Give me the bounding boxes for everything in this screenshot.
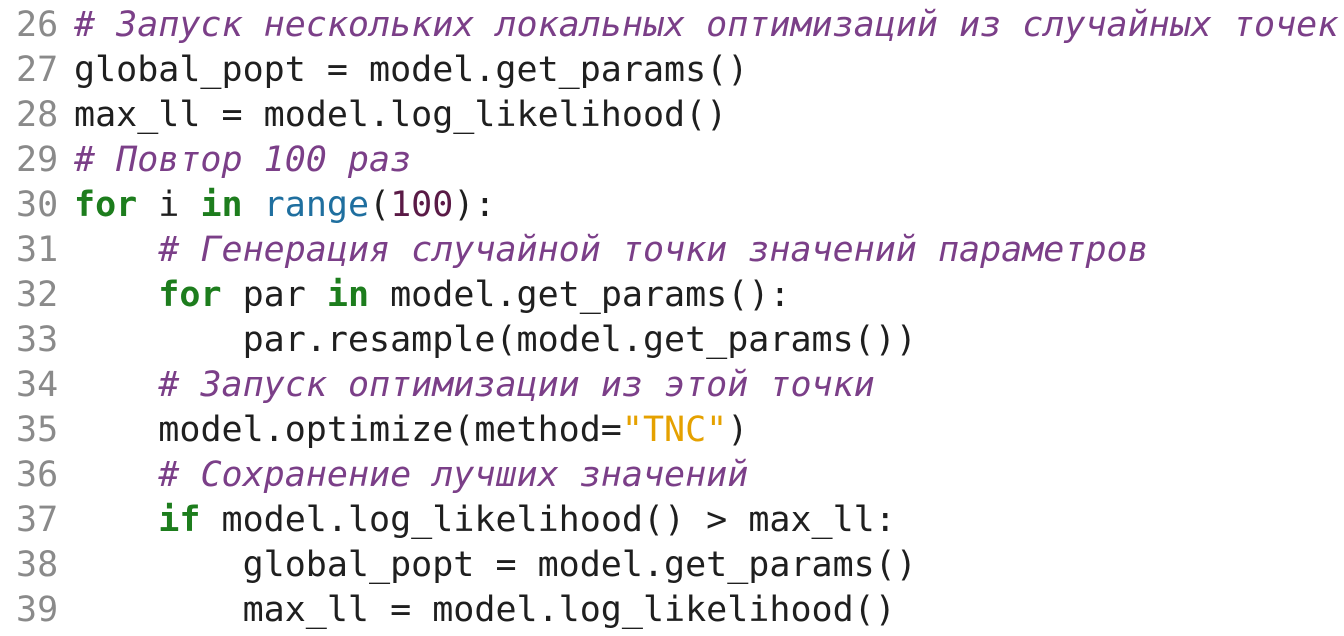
token-plain: ) xyxy=(727,410,749,450)
token-comment: # Сохранение лучших значений xyxy=(158,455,749,495)
token-plain: global_popt = model.get_params() xyxy=(242,545,917,585)
line-number: 36 xyxy=(16,455,59,495)
token-comment: # Запуск оптимизации из этой точки xyxy=(158,365,875,405)
code-text: # Сохранение лучших значений xyxy=(62,453,748,498)
token-plain: model.log_likelihood() > max_ll: xyxy=(200,500,896,540)
code-text: par.resample(model.get_params()) xyxy=(62,318,917,363)
line-number: 38 xyxy=(16,545,59,585)
code-text: for i in range(100): xyxy=(62,183,495,228)
code-text: for par in model.get_params(): xyxy=(62,273,790,318)
token-string: "TNC" xyxy=(621,410,728,450)
token-plain: i xyxy=(137,185,201,225)
line-number: 26 xyxy=(16,5,59,45)
token-comment: # Генерация случайной точки значений пар… xyxy=(158,230,1149,270)
code-text: max_ll = model.log_likelihood() xyxy=(62,588,896,633)
token-builtin: range xyxy=(263,185,370,225)
token-comment: # Повтор 100 раз xyxy=(74,140,412,180)
code-text: # Повтор 100 раз xyxy=(62,138,411,183)
code-line[interactable]: 36 # Сохранение лучших значений xyxy=(0,453,748,498)
code-line[interactable]: 30 for i in range(100): xyxy=(0,183,495,228)
code-text: model.optimize(method="TNC") xyxy=(62,408,748,453)
code-text: global_popt = model.get_params() xyxy=(62,543,917,588)
token-keyword: in xyxy=(326,275,370,315)
token-plain: max_ll = model.log_likelihood() xyxy=(242,590,896,630)
token-plain: model.get_params(): xyxy=(369,275,791,315)
line-number: 32 xyxy=(16,275,59,315)
token-plain: ( xyxy=(369,185,391,225)
code-editor[interactable]: 26 # Запуск нескольких локальных оптимиза… xyxy=(0,0,1344,636)
token-plain: par xyxy=(221,275,327,315)
code-line[interactable]: 39 max_ll = model.log_likelihood() xyxy=(0,588,896,633)
token-number: 100 xyxy=(390,185,454,225)
line-number: 33 xyxy=(16,320,59,360)
code-text: max_ll = model.log_likelihood() xyxy=(62,93,727,138)
token-plain: ): xyxy=(453,185,496,225)
code-line[interactable]: 28 max_ll = model.log_likelihood() xyxy=(0,93,727,138)
token-plain: global_popt = model.get_params() xyxy=(74,50,749,90)
line-number: 35 xyxy=(16,410,59,450)
token-keyword: for xyxy=(74,185,138,225)
line-number: 28 xyxy=(16,95,59,135)
line-number: 34 xyxy=(16,365,59,405)
line-number: 37 xyxy=(16,500,59,540)
code-text: if model.log_likelihood() > max_ll: xyxy=(62,498,896,543)
code-text: # Генерация случайной точки значений пар… xyxy=(62,228,1149,273)
token-plain: par.resample(model.get_params()) xyxy=(242,320,917,360)
code-line[interactable]: 32 for par in model.get_params(): xyxy=(0,273,790,318)
token-keyword: for xyxy=(158,275,222,315)
token-keyword: in xyxy=(200,185,243,225)
code-line[interactable]: 31 # Генерация случайной точки значений … xyxy=(0,228,1149,273)
code-line[interactable]: 37 if model.log_likelihood() > max_ll: xyxy=(0,498,896,543)
token-plain: model.optimize(method= xyxy=(158,410,622,450)
code-line[interactable]: 35 model.optimize(method="TNC") xyxy=(0,408,748,453)
code-text: # Запуск нескольких локальных оптимизаци… xyxy=(62,3,1338,48)
token-plain: max_ll = model.log_likelihood() xyxy=(74,95,728,135)
line-number: 29 xyxy=(16,140,59,180)
line-number: 31 xyxy=(16,230,59,270)
code-text: # Запуск оптимизации из этой точки xyxy=(62,363,875,408)
code-line[interactable]: 33 par.resample(model.get_params()) xyxy=(0,318,917,363)
code-line[interactable]: 29 # Повтор 100 раз xyxy=(0,138,411,183)
line-number: 27 xyxy=(16,50,59,90)
code-line[interactable]: 26 # Запуск нескольких локальных оптимиза… xyxy=(0,3,1338,48)
token-keyword: if xyxy=(158,500,201,540)
line-number: 39 xyxy=(16,590,59,630)
code-text: global_popt = model.get_params() xyxy=(62,48,748,93)
code-line[interactable]: 38 global_popt = model.get_params() xyxy=(0,543,917,588)
code-line[interactable]: 34 # Запуск оптимизации из этой точки xyxy=(0,363,875,408)
token-comment: # Запуск нескольких локальных оптимизаци… xyxy=(74,5,1339,45)
code-line[interactable]: 27 global_popt = model.get_params() xyxy=(0,48,748,93)
line-number: 30 xyxy=(16,185,59,225)
